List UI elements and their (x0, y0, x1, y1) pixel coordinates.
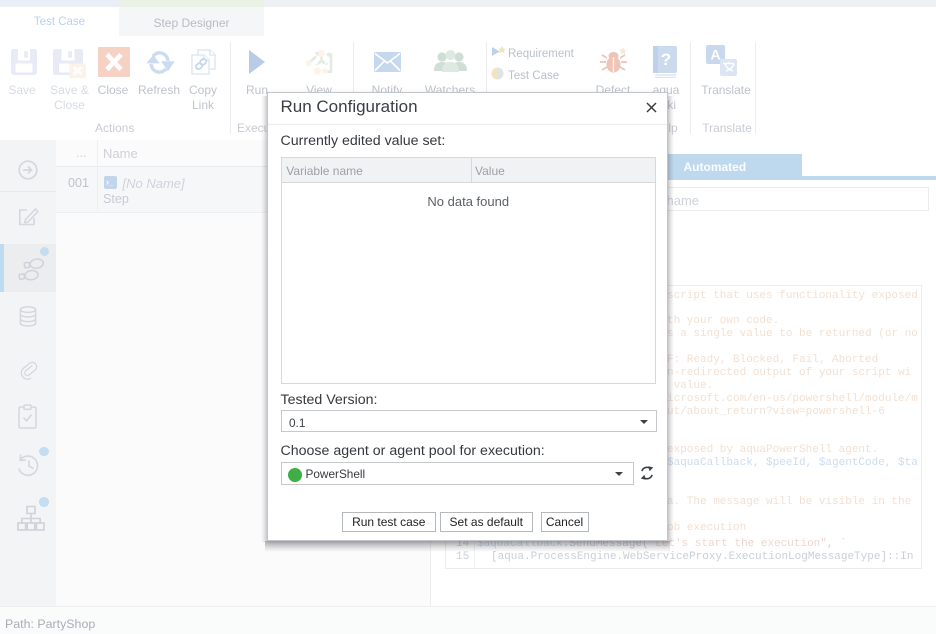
svg-text:A: A (710, 47, 720, 63)
svg-text:?: ? (661, 50, 671, 69)
